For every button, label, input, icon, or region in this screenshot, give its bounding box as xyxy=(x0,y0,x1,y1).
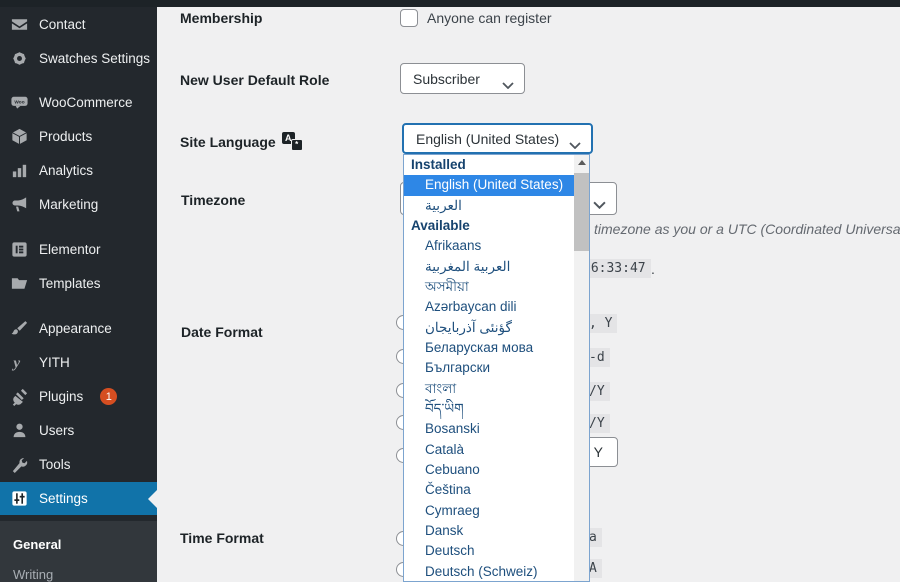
yith-icon: y xyxy=(9,353,29,373)
plugins-update-badge: 1 xyxy=(100,388,117,405)
woocommerce-icon: Woo xyxy=(9,93,29,113)
sidebar-item-yith[interactable]: y YITH xyxy=(0,346,157,379)
dropdown-option-cebuano[interactable]: Cebuano xyxy=(404,460,574,480)
bar-chart-icon xyxy=(9,161,29,181)
dropdown-option-azerbaijani[interactable]: Azərbaycan dili xyxy=(404,297,574,317)
sidebar-item-settings[interactable]: Settings xyxy=(0,482,157,515)
sliders-icon xyxy=(9,489,29,509)
dropdown-option-south-azerbaijani[interactable]: گؤنئی آذربایجان xyxy=(404,318,574,338)
timezone-label: Timezone xyxy=(181,192,245,208)
sidebar-item-woocommerce[interactable]: Woo WooCommerce xyxy=(0,86,157,119)
sidebar-item-plugins[interactable]: Plugins 1 xyxy=(0,380,157,413)
date-format-label: Date Format xyxy=(181,324,263,340)
site-language-dropdown-list: Installed English (United States) العربي… xyxy=(403,154,590,582)
elementor-icon xyxy=(9,240,29,260)
time-format-label: Time Format xyxy=(180,530,264,546)
dropdown-option-bosnian[interactable]: Bosanski xyxy=(404,419,574,439)
envelope-icon xyxy=(9,15,29,35)
dropdown-option-arabic-morocco[interactable]: العربية المغربية xyxy=(404,257,574,277)
site-language-select[interactable]: English (United States) xyxy=(402,123,593,154)
scrollbar-thumb[interactable] xyxy=(574,173,589,251)
dropdown-option-catalan[interactable]: Català xyxy=(404,440,574,460)
submenu-item-writing[interactable]: Writing xyxy=(0,561,157,582)
new-user-role-select[interactable]: Subscriber xyxy=(400,63,525,94)
dropdown-option-german[interactable]: Deutsch xyxy=(404,541,574,561)
chevron-down-icon xyxy=(569,136,581,152)
settings-submenu: General Writing xyxy=(0,521,157,582)
svg-text:y: y xyxy=(11,354,20,371)
user-icon xyxy=(9,421,29,441)
sidebar-item-products[interactable]: Products xyxy=(0,120,157,153)
wrench-icon xyxy=(9,455,29,475)
sidebar-item-contact[interactable]: Contact xyxy=(0,8,157,41)
dropdown-option-assamese[interactable]: অসমীয়া xyxy=(404,277,574,297)
dropdown-option-tibetan[interactable]: བོད་ཡིག xyxy=(404,399,574,419)
sidebar-item-tools[interactable]: Tools xyxy=(0,448,157,481)
universal-time-period: . xyxy=(651,261,655,277)
dropdown-option-arabic[interactable]: العربية xyxy=(404,196,574,216)
brush-icon xyxy=(9,319,29,339)
sidebar-item-elementor[interactable]: Elementor xyxy=(0,233,157,266)
anyone-can-register-label: Anyone can register xyxy=(427,10,552,26)
dropdown-group-available: Available xyxy=(404,216,574,236)
anyone-can-register-checkbox[interactable] xyxy=(400,9,418,27)
current-menu-arrow xyxy=(148,490,157,508)
chevron-down-icon xyxy=(502,76,514,92)
svg-text:Woo: Woo xyxy=(14,99,24,105)
site-language-label: Site LanguageA* xyxy=(180,132,304,150)
chevron-down-icon xyxy=(593,196,606,212)
sidebar-item-marketing[interactable]: Marketing xyxy=(0,188,157,221)
dropdown-option-bengali[interactable]: বাংলা xyxy=(404,379,574,399)
wordpress-general-settings-page: Contact Swatches Settings Woo WooCommerc… xyxy=(0,0,900,582)
dropdown-option-afrikaans[interactable]: Afrikaans xyxy=(404,236,574,256)
dropdown-option-czech[interactable]: Čeština xyxy=(404,480,574,500)
dropdown-group-installed: Installed xyxy=(404,155,574,175)
membership-label: Membership xyxy=(180,10,262,26)
translation-icon: A* xyxy=(282,132,304,150)
dropdown-option-german-switzerland[interactable]: Deutsch (Schweiz) xyxy=(404,562,574,582)
timezone-description: timezone as you or a UTC (Coordinated Un… xyxy=(594,221,900,237)
dropdown-option-danish[interactable]: Dansk xyxy=(404,521,574,541)
admin-sidebar: Contact Swatches Settings Woo WooCommerc… xyxy=(0,7,157,582)
dropdown-scrollbar[interactable] xyxy=(574,155,589,581)
new-user-role-label: New User Default Role xyxy=(180,72,329,88)
gear-icon xyxy=(9,49,29,69)
sidebar-item-templates[interactable]: Templates xyxy=(0,267,157,300)
box-icon xyxy=(9,127,29,147)
dropdown-option-english-us[interactable]: English (United States) xyxy=(404,175,574,195)
megaphone-icon xyxy=(9,195,29,215)
plug-icon xyxy=(9,387,29,407)
sidebar-item-swatches-settings[interactable]: Swatches Settings xyxy=(0,42,157,75)
folder-icon xyxy=(9,274,29,294)
admin-bar xyxy=(0,0,900,7)
sidebar-item-appearance[interactable]: Appearance xyxy=(0,312,157,345)
sidebar-item-analytics[interactable]: Analytics xyxy=(0,154,157,187)
dropdown-option-welsh[interactable]: Cymraeg xyxy=(404,501,574,521)
dropdown-option-belarusian[interactable]: Беларуская мова xyxy=(404,338,574,358)
sidebar-item-users[interactable]: Users xyxy=(0,414,157,447)
submenu-item-general[interactable]: General xyxy=(0,531,157,557)
dropdown-option-bulgarian[interactable]: Български xyxy=(404,358,574,378)
scrollbar-up-arrow[interactable] xyxy=(574,155,589,170)
